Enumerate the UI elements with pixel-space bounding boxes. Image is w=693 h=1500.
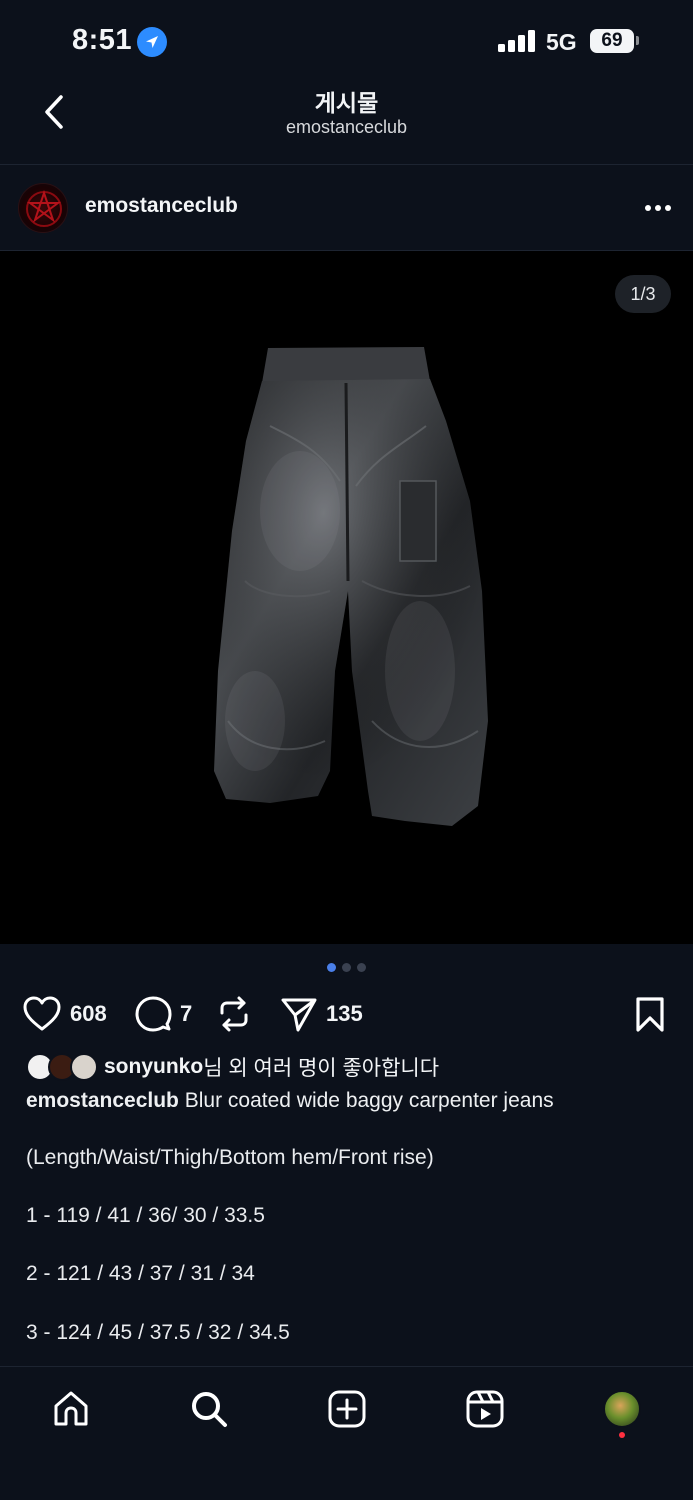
bottom-tab-bar xyxy=(0,1366,693,1500)
page-title: 게시물 xyxy=(314,90,379,116)
liked-by-line[interactable]: sonyunko 님 외 여러 명이 좋아합니다 xyxy=(26,1052,439,1082)
comment-bubble-icon xyxy=(135,996,172,1032)
caption-line: (Length/Waist/Thigh/Bottom hem/Front ris… xyxy=(26,1146,434,1169)
more-options-button[interactable] xyxy=(638,193,678,223)
network-label: 5G xyxy=(546,29,577,55)
like-count: 608 xyxy=(70,1001,107,1026)
more-horizontal-icon xyxy=(645,205,671,211)
heart-icon xyxy=(23,996,61,1031)
media-counter-badge: 1/3 xyxy=(615,275,671,313)
search-icon xyxy=(192,1392,227,1427)
caption-line: 3 - 124 / 45 / 37.5 / 32 / 34.5 xyxy=(26,1321,290,1344)
tab-create[interactable] xyxy=(325,1387,369,1431)
comment-button[interactable]: 7 xyxy=(134,994,192,1034)
caption-text: Blur coated wide baggy carpenter jeans xyxy=(178,1089,554,1112)
save-button[interactable] xyxy=(634,994,666,1034)
author-username[interactable]: emostanceclub xyxy=(85,194,238,218)
liked-by-suffix: 님 외 여러 명이 좋아합니다 xyxy=(203,1057,440,1080)
tab-profile[interactable] xyxy=(600,1387,644,1431)
carousel-indicator xyxy=(0,963,693,975)
repost-icon xyxy=(220,996,248,1032)
home-icon xyxy=(54,1391,88,1426)
like-button[interactable]: 608 xyxy=(22,994,107,1034)
author-avatar[interactable] xyxy=(18,183,68,233)
profile-avatar xyxy=(603,1390,641,1428)
tab-home[interactable] xyxy=(49,1387,93,1431)
caption-username[interactable]: emostanceclub xyxy=(26,1089,179,1112)
page-subtitle: emostanceclub xyxy=(285,117,408,137)
tab-search[interactable] xyxy=(187,1387,231,1431)
caption-line: 2 - 121 / 43 / 37 / 31 / 34 xyxy=(26,1262,255,1285)
share-button[interactable]: 135 xyxy=(280,994,363,1034)
carousel-dot xyxy=(357,963,366,972)
location-arrow-icon xyxy=(137,27,167,57)
battery-tip xyxy=(636,36,639,45)
carousel-dot xyxy=(342,963,351,972)
liker-avatars xyxy=(26,1052,102,1082)
send-icon xyxy=(281,998,317,1032)
reels-icon xyxy=(466,1390,504,1428)
post-header: emostanceclub xyxy=(0,165,693,251)
status-bar: 8:51 5G 69 xyxy=(0,0,693,82)
cellular-signal-icon xyxy=(498,30,536,52)
post-media-carousel[interactable]: 1/3 xyxy=(0,251,693,944)
share-count: 135 xyxy=(326,1001,363,1026)
liked-by-username[interactable]: sonyunko xyxy=(104,1055,203,1079)
post-actions-bar: 608 7 135 xyxy=(0,990,693,1036)
liker-avatar xyxy=(70,1053,98,1081)
profile-notification-dot xyxy=(619,1432,625,1438)
carousel-dot-active xyxy=(327,963,336,972)
jeans-product-image xyxy=(214,347,488,826)
caption-line: 1 - 119 / 41 / 36/ 30 / 33.5 xyxy=(26,1204,265,1227)
comment-count: 7 xyxy=(180,1001,193,1026)
post-nav-header: 게시물 emostanceclub xyxy=(0,82,693,164)
pentagram-logo-icon xyxy=(26,189,62,227)
tab-reels[interactable] xyxy=(463,1387,507,1431)
status-time: 8:51 xyxy=(72,24,133,56)
bookmark-icon xyxy=(636,997,664,1032)
create-icon xyxy=(328,1390,366,1428)
post-caption: emostanceclub Blur coated wide baggy car… xyxy=(26,1086,676,1115)
repost-button[interactable] xyxy=(216,994,252,1034)
battery-indicator: 69 xyxy=(590,29,634,53)
